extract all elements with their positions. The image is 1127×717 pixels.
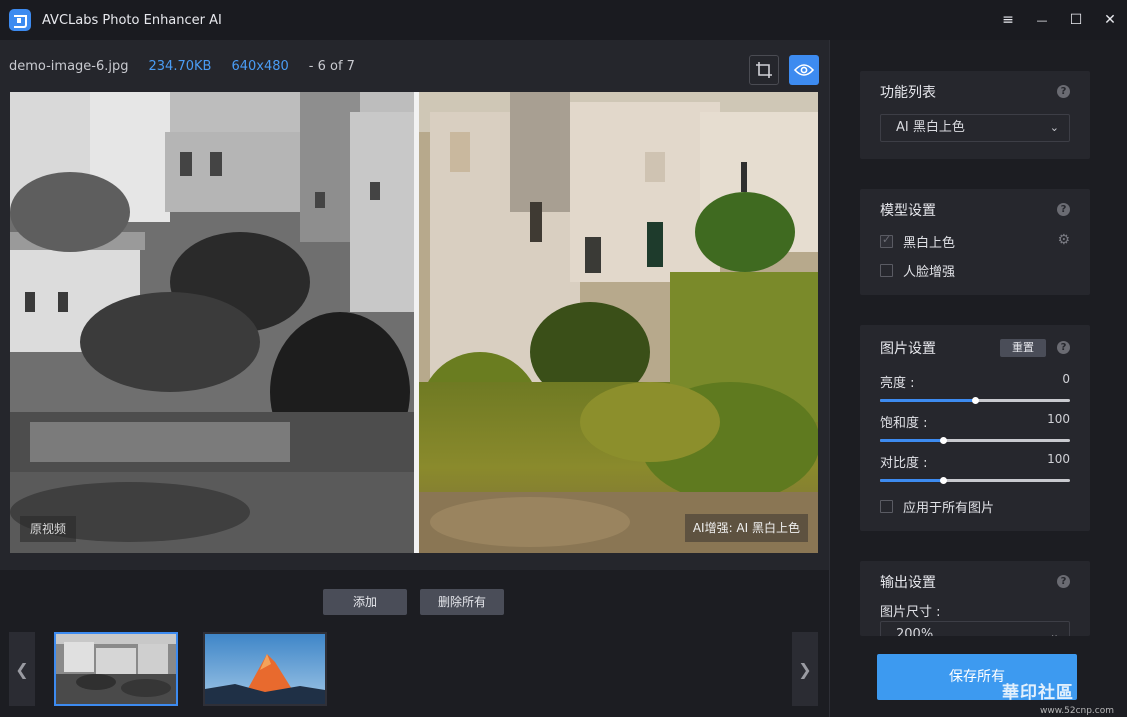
function-select-value: AI 黑白上色 bbox=[896, 120, 965, 135]
preview-pane: demo-image-6.jpg 234.70KB 640x480 - 6 of… bbox=[0, 40, 829, 717]
app-window: AVCLabs Photo Enhancer AI ≡ — ☐ ✕ demo-i… bbox=[0, 0, 1127, 717]
file-index: - 6 of 7 bbox=[308, 58, 355, 74]
reset-button[interactable]: 重置 bbox=[1000, 339, 1046, 357]
brightness-handle[interactable] bbox=[972, 397, 979, 404]
thumbnail-prev-button[interactable]: ❮ bbox=[9, 632, 35, 706]
apply-all-checkbox[interactable] bbox=[880, 500, 893, 513]
contrast-handle[interactable] bbox=[939, 477, 947, 484]
contrast-value: 100 bbox=[1047, 452, 1070, 466]
function-list-card: 功能列表 ? AI 黑白上色 ⌄ bbox=[860, 71, 1090, 159]
model-option-colorize[interactable]: 黑白上色 bbox=[880, 232, 955, 251]
image-size-value: 200% bbox=[896, 627, 934, 636]
help-icon[interactable]: ? bbox=[1057, 85, 1070, 98]
enhanced-tag: AI增强: AI 黑白上色 bbox=[684, 514, 808, 542]
saturation-value: 100 bbox=[1047, 412, 1070, 426]
contrast-slider[interactable] bbox=[880, 477, 1070, 484]
minimize-button[interactable]: — bbox=[1025, 0, 1059, 40]
watermark-url: www.52cnp.com bbox=[1040, 706, 1115, 716]
original-tag: 原视频 bbox=[20, 516, 77, 542]
enhanced-image-half bbox=[419, 92, 818, 553]
compare-view-button[interactable] bbox=[789, 55, 819, 85]
file-size: 234.70KB bbox=[148, 58, 212, 74]
colorize-checkbox[interactable] bbox=[880, 233, 893, 248]
help-icon[interactable]: ? bbox=[1057, 575, 1070, 588]
thumbnail-strip: 添加 删除所有 ❮ ❯ bbox=[0, 570, 829, 717]
colorize-label: 黑白上色 bbox=[903, 236, 956, 251]
eye-icon bbox=[794, 64, 814, 76]
title-bar: AVCLabs Photo Enhancer AI ≡ — ☐ ✕ bbox=[0, 0, 1127, 40]
model-settings-card: 模型设置 ? 黑白上色 ⚙ 人脸增强 bbox=[860, 189, 1090, 295]
apply-all-option[interactable]: 应用于所有图片 bbox=[880, 497, 994, 516]
saturation-slider[interactable] bbox=[880, 437, 1070, 444]
window-controls: ≡ — ☐ ✕ bbox=[991, 0, 1127, 40]
chevron-left-icon: ❮ bbox=[15, 659, 29, 679]
function-list-title: 功能列表 bbox=[880, 85, 936, 101]
add-button[interactable]: 添加 bbox=[323, 589, 407, 615]
function-select[interactable]: AI 黑白上色 ⌄ bbox=[880, 114, 1070, 142]
thumbnail-mountain[interactable] bbox=[203, 632, 327, 706]
brightness-label: 亮度 : bbox=[880, 376, 915, 391]
help-icon[interactable]: ? bbox=[1057, 341, 1070, 354]
gear-icon[interactable]: ⚙ bbox=[1057, 232, 1070, 248]
image-size-label: 图片尺寸 : bbox=[880, 605, 941, 620]
contrast-fill bbox=[880, 479, 943, 482]
close-button[interactable]: ✕ bbox=[1093, 0, 1127, 40]
face-enhance-checkbox[interactable] bbox=[880, 264, 893, 277]
apply-all-label: 应用于所有图片 bbox=[903, 501, 995, 516]
image-settings-title: 图片设置 bbox=[880, 341, 936, 357]
image-size-select[interactable]: 200% ⌄ bbox=[880, 621, 1070, 636]
file-info-bar: demo-image-6.jpg 234.70KB 640x480 - 6 of… bbox=[0, 40, 829, 92]
watermark-text: 華印社區 bbox=[1002, 683, 1074, 703]
village-thumbnail-image bbox=[56, 634, 176, 704]
model-option-face[interactable]: 人脸增强 bbox=[880, 261, 955, 280]
file-name: demo-image-6.jpg bbox=[9, 58, 129, 74]
original-image-half bbox=[10, 92, 415, 553]
file-resolution: 640x480 bbox=[231, 58, 289, 74]
image-settings-card: 图片设置 重置 ? 亮度 : 0 饱和度 : 100 对比度 : 100 应用于… bbox=[860, 325, 1090, 531]
settings-panel: 功能列表 ? AI 黑白上色 ⌄ 模型设置 ? 黑白上色 ⚙ 人脸增强 图片设置 bbox=[829, 40, 1127, 717]
app-title: AVCLabs Photo Enhancer AI bbox=[42, 12, 222, 28]
saturation-handle[interactable] bbox=[939, 437, 947, 444]
contrast-label: 对比度 : bbox=[880, 456, 928, 471]
face-enhance-label: 人脸增强 bbox=[903, 265, 956, 280]
chevron-down-icon: ⌄ bbox=[1049, 628, 1059, 636]
brightness-value: 0 bbox=[1062, 372, 1070, 386]
thumbnail-village[interactable] bbox=[54, 632, 178, 706]
maximize-button[interactable]: ☐ bbox=[1059, 0, 1093, 40]
comparison-image bbox=[10, 92, 818, 553]
image-compare-viewer[interactable]: 原视频 AI增强: AI 黑白上色 bbox=[10, 92, 818, 553]
output-settings-title: 输出设置 bbox=[880, 575, 936, 591]
app-logo-icon bbox=[9, 9, 31, 31]
output-settings-card: 输出设置 ? 图片尺寸 : 200% ⌄ bbox=[860, 561, 1090, 636]
crop-icon bbox=[756, 62, 772, 78]
help-icon[interactable]: ? bbox=[1057, 203, 1070, 216]
compare-divider[interactable] bbox=[414, 92, 419, 553]
chevron-right-icon: ❯ bbox=[798, 659, 812, 679]
thumbnail-next-button[interactable]: ❯ bbox=[792, 632, 818, 706]
brightness-fill bbox=[880, 399, 975, 402]
model-settings-title: 模型设置 bbox=[880, 203, 936, 219]
menu-icon[interactable]: ≡ bbox=[991, 0, 1025, 40]
crop-button[interactable] bbox=[749, 55, 779, 85]
chevron-down-icon: ⌄ bbox=[1049, 121, 1059, 134]
saturation-label: 饱和度 : bbox=[880, 416, 928, 431]
mountain-thumbnail-image bbox=[205, 634, 325, 704]
brightness-slider[interactable] bbox=[880, 397, 1070, 404]
delete-all-button[interactable]: 删除所有 bbox=[420, 589, 504, 615]
saturation-fill bbox=[880, 439, 943, 442]
